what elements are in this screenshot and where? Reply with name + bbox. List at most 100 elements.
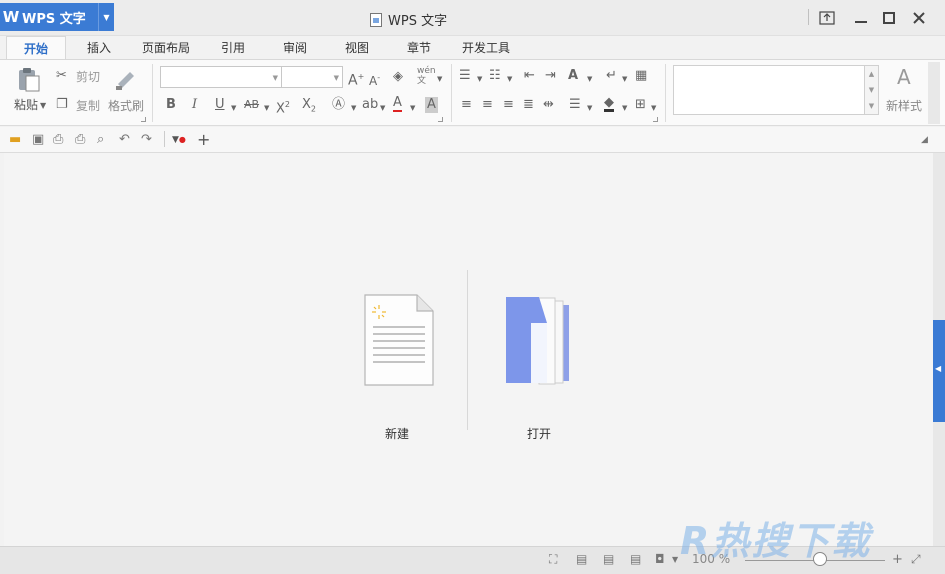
align-center-icon[interactable]: ≡ bbox=[482, 97, 493, 113]
redo-icon[interactable]: ↷ bbox=[141, 133, 152, 147]
scroll-up-icon[interactable]: ▲ bbox=[865, 66, 878, 82]
paragraph-launcher-icon[interactable] bbox=[653, 117, 658, 122]
new-document-label[interactable]: 新建 bbox=[342, 425, 452, 442]
distribute-icon[interactable]: ⇹ bbox=[543, 97, 554, 113]
tab-view[interactable]: 视图 bbox=[334, 36, 380, 60]
open-folder-icon[interactable]: ▬ bbox=[9, 133, 21, 147]
highlight-icon[interactable]: ab bbox=[362, 97, 378, 113]
char-scale-icon[interactable]: A bbox=[568, 68, 578, 84]
customize-qat-icon[interactable]: ▼● bbox=[172, 133, 186, 147]
bullet-list-icon[interactable]: ☰ bbox=[459, 68, 471, 84]
tab-references[interactable]: 引用 bbox=[210, 36, 256, 60]
copy-button[interactable]: 复制 bbox=[76, 97, 100, 114]
font-color-icon[interactable]: A bbox=[393, 96, 402, 112]
app-menu-dropdown-icon[interactable]: ▼ bbox=[98, 3, 114, 31]
align-right-icon[interactable]: ≡ bbox=[503, 97, 514, 113]
line-spacing-icon[interactable]: ☰ bbox=[569, 97, 581, 113]
web-view-icon[interactable]: ▤ bbox=[630, 552, 641, 566]
style-gallery-scroll[interactable]: ▲ ▼ ▼ bbox=[865, 65, 879, 115]
close-button[interactable] bbox=[908, 8, 930, 28]
clear-format-icon[interactable]: ◈ bbox=[393, 69, 403, 85]
tab-developer[interactable]: 开发工具 bbox=[452, 36, 520, 60]
italic-icon[interactable]: I bbox=[192, 97, 197, 113]
chevron-down-icon[interactable]: ▼ bbox=[672, 555, 678, 564]
align-left-icon[interactable]: ≡ bbox=[461, 97, 472, 113]
tab-insert[interactable]: 插入 bbox=[76, 36, 122, 60]
outline-view-icon[interactable]: ▤ bbox=[603, 552, 614, 566]
style-gallery[interactable] bbox=[673, 65, 865, 115]
grow-font-icon[interactable]: A+ bbox=[348, 69, 364, 89]
chevron-down-icon[interactable]: ▼ bbox=[437, 71, 442, 87]
reading-mode-icon[interactable]: ◘ bbox=[655, 552, 665, 566]
chevron-down-icon[interactable]: ▼ bbox=[507, 71, 512, 87]
restore-window-button[interactable] bbox=[816, 8, 838, 28]
ribbon-options-icon[interactable]: ◢ bbox=[921, 133, 928, 147]
new-style-icon[interactable]: A bbox=[897, 66, 911, 88]
fullscreen-view-icon[interactable]: ⛶ bbox=[549, 552, 557, 567]
shading-icon[interactable]: ◆ bbox=[604, 96, 614, 112]
format-painter-label[interactable]: 格式刷 bbox=[108, 97, 144, 114]
tab-review[interactable]: 审阅 bbox=[272, 36, 318, 60]
fit-window-icon[interactable]: ⤢ bbox=[911, 552, 921, 567]
phonetic-guide-button[interactable]: wén 文 bbox=[417, 66, 436, 86]
ribbon-scroll-strip[interactable] bbox=[928, 62, 940, 124]
decrease-indent-icon[interactable]: ⇤ bbox=[524, 68, 535, 84]
tab-chapter[interactable]: 章节 bbox=[396, 36, 442, 60]
print-icon[interactable]: ⎙ bbox=[75, 133, 85, 147]
chevron-down-icon[interactable]: ▼ bbox=[380, 100, 385, 116]
chevron-down-icon[interactable]: ▼ bbox=[587, 100, 592, 116]
font-name-combo[interactable]: ▼ bbox=[160, 66, 282, 88]
format-painter-button[interactable] bbox=[114, 66, 138, 95]
chevron-down-icon[interactable]: ▼ bbox=[477, 71, 482, 87]
chevron-down-icon[interactable]: ▼ bbox=[622, 71, 627, 87]
copy-icon[interactable]: ❐ bbox=[56, 97, 68, 113]
app-menu-button[interactable]: W WPS 文字 ▼ bbox=[0, 3, 114, 31]
zoom-in-icon[interactable]: + bbox=[892, 552, 903, 567]
chevron-down-icon[interactable]: ▼ bbox=[231, 100, 236, 116]
scroll-down-icon[interactable]: ▼ bbox=[865, 82, 878, 98]
minimize-button[interactable] bbox=[850, 8, 872, 28]
text-effect-icon[interactable]: Ⓐ bbox=[332, 97, 345, 113]
superscript-icon[interactable]: X2 bbox=[276, 97, 290, 117]
borders-icon[interactable]: ⊞ bbox=[635, 97, 646, 113]
maximize-button[interactable] bbox=[878, 8, 900, 28]
sort-icon[interactable]: ↵ bbox=[606, 68, 617, 84]
justify-icon[interactable]: ≣ bbox=[523, 97, 534, 113]
paste-dropdown-icon[interactable]: ▼ bbox=[40, 98, 46, 114]
print-preview-icon[interactable]: ⌕ bbox=[97, 133, 104, 147]
numbered-list-icon[interactable]: ☷ bbox=[489, 68, 501, 84]
table-grid-icon[interactable]: ▦ bbox=[635, 68, 647, 84]
strikethrough-icon[interactable]: AB bbox=[244, 97, 259, 113]
new-document-tile[interactable] bbox=[344, 293, 454, 390]
new-tab-plus-icon[interactable]: + bbox=[197, 132, 210, 148]
cut-icon[interactable]: ✂ bbox=[56, 68, 67, 84]
chevron-down-icon[interactable]: ▼ bbox=[651, 100, 656, 116]
underline-icon[interactable]: U bbox=[215, 97, 225, 113]
paste-label[interactable]: 粘贴 bbox=[14, 96, 38, 113]
char-shading-icon[interactable]: A bbox=[425, 97, 438, 113]
side-panel-toggle[interactable]: ◀ bbox=[933, 320, 945, 422]
chevron-down-icon[interactable]: ▼ bbox=[410, 100, 415, 116]
font-size-combo[interactable]: ▼ bbox=[281, 66, 343, 88]
chevron-down-icon[interactable]: ▼ bbox=[264, 100, 269, 116]
undo-icon[interactable]: ↶ bbox=[119, 133, 130, 147]
chevron-down-icon[interactable]: ▼ bbox=[622, 100, 627, 116]
chevron-down-icon[interactable]: ▼ bbox=[351, 100, 356, 116]
export-pdf-icon[interactable]: ⎙ bbox=[53, 133, 63, 147]
expand-gallery-icon[interactable]: ▼ bbox=[865, 98, 878, 114]
subscript-icon[interactable]: X2 bbox=[302, 97, 316, 118]
tab-home[interactable]: 开始 bbox=[6, 36, 66, 60]
bold-icon[interactable]: B bbox=[166, 97, 176, 113]
paste-button[interactable] bbox=[14, 66, 42, 97]
page-view-icon[interactable]: ▤ bbox=[576, 552, 587, 566]
save-icon[interactable]: ▣ bbox=[32, 133, 44, 147]
tab-page-layout[interactable]: 页面布局 bbox=[132, 36, 200, 60]
font-launcher-icon[interactable] bbox=[438, 117, 443, 122]
increase-indent-icon[interactable]: ⇥ bbox=[545, 68, 556, 84]
cut-button[interactable]: 剪切 bbox=[76, 68, 100, 85]
new-style-button[interactable]: 新样式 bbox=[886, 97, 922, 114]
open-document-tile[interactable] bbox=[484, 293, 594, 392]
shrink-font-icon[interactable]: A- bbox=[369, 70, 380, 89]
chevron-down-icon[interactable]: ▼ bbox=[587, 71, 592, 87]
clipboard-launcher-icon[interactable] bbox=[141, 117, 146, 122]
